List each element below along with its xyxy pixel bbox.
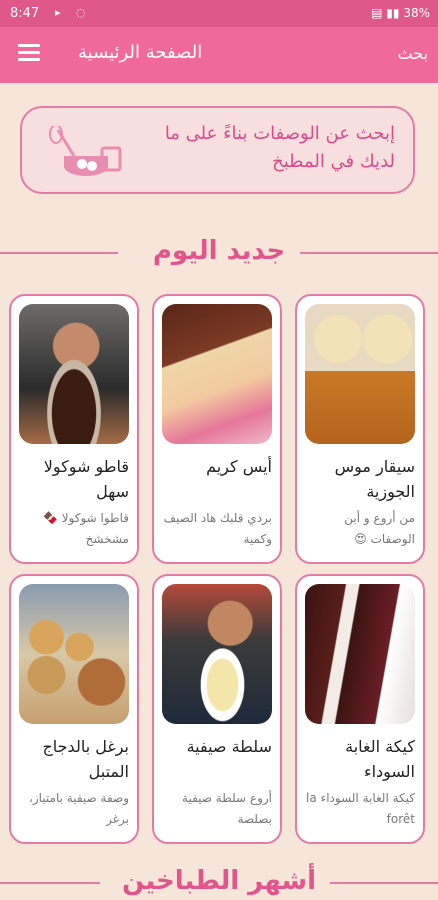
recipe-title: كيكة الغابة السوداء [345,737,415,781]
battery-percent: 38% [403,6,430,20]
recipe-card[interactable]: برغل بالدجاج المتبل وصفة صيفية بامتياز، … [9,574,139,844]
recipe-title: قاطو شوكولا سهل [43,457,129,501]
recipe-card[interactable]: سيقار موس الجوزية من أروع و أبن الوصفات … [295,294,425,564]
recipe-title: برغل بالدجاج المتبل [42,737,129,781]
new-today-header: جديد اليوم [0,236,438,270]
ingredient-search-banner[interactable]: إبحث عن الوصفات بناءً على ما لديك في الم… [20,106,415,194]
recipe-image [19,584,129,724]
recipe-card[interactable]: كيكة الغابة السوداء كيكة الغابة السوداء … [295,574,425,844]
popular-chefs-header: أشهر الطباخين [0,866,438,900]
recipe-image [162,304,272,444]
recipe-card[interactable]: أيس كريم بردي قلبك هاد الصيف وكمية [152,294,282,564]
kitchen-whisk-icon [49,126,122,176]
recipe-description: من أروع و أبن الوصفات 😍 [344,511,415,546]
recipe-card[interactable]: قاطو شوكولا سهل قاطوا شوكولا 🍫 مشخشخ [9,294,139,564]
recipe-description: كيكة الغابة السوداء la forêt [306,791,415,826]
notification-icons: ▸ ◌ [55,6,92,19]
recipe-description: بردي قلبك هاد الصيف وكمية [163,511,272,546]
recipe-description: أروع سلطة صيفية بصلصة [182,791,272,826]
section-title: أشهر الطباخين [122,866,316,896]
search-banner-text: إبحث عن الوصفات بناءً على ما لديك في الم… [164,123,395,172]
status-bar: 8:47 ▸ ◌ ▤ ▮▮ 38% [0,0,438,27]
page-title: الصفحة الرئيسية [78,42,203,63]
recipe-title: سيقار موس الجوزية [334,457,415,501]
menu-icon[interactable] [18,44,40,64]
status-time: 8:47 [10,6,40,21]
recipe-card[interactable]: سلطة صيفية أروع سلطة صيفية بصلصة [152,574,282,844]
recipe-description: وصفة صيفية بامتياز، برغر [28,791,129,826]
recipe-title: سلطة صيفية [186,737,272,756]
recipe-image [162,584,272,724]
recipe-image [305,304,415,444]
search-button[interactable]: بحث [398,44,429,63]
status-battery: ▤ ▮▮ 38% [371,6,430,20]
recipe-title: أيس كريم [206,457,272,476]
app-bar: الصفحة الرئيسية بحث [0,27,438,83]
recipe-image [305,584,415,724]
recipe-image [19,304,129,444]
recipe-description: قاطوا شوكولا 🍫 مشخشخ [42,511,129,546]
section-title: جديد اليوم [152,236,286,266]
